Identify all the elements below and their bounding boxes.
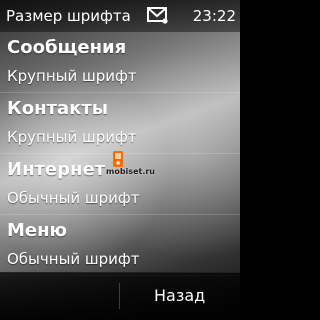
screen-title: Размер шрифта [6, 7, 131, 25]
softkey-divider [119, 283, 120, 309]
setting-title-menu: Меню [7, 220, 68, 241]
setting-value-contacts: Крупный шрифт [7, 128, 137, 146]
softkey-bar: Назад [0, 272, 240, 320]
setting-title-contacts: Контакты [7, 98, 109, 119]
phone-screen: Размер шрифта 23:22 Сообщения Крупный шр… [0, 0, 240, 320]
clock: 23:22 [192, 7, 236, 25]
setting-value-menu: Обычный шрифт [7, 250, 140, 268]
setting-contacts[interactable]: Контакты Крупный шрифт [0, 93, 240, 154]
back-button[interactable]: Назад [154, 284, 205, 308]
setting-value-messages: Крупный шрифт [7, 67, 137, 85]
status-bar: Размер шрифта 23:22 [0, 0, 240, 32]
setting-title-internet: Интернет [7, 159, 106, 180]
setting-messages[interactable]: Сообщения Крупный шрифт [0, 32, 240, 93]
orange-device-logo-icon [113, 151, 123, 167]
setting-menu[interactable]: Меню Обычный шрифт [0, 215, 240, 276]
mobiset-watermark: mobiset.ru [106, 150, 170, 180]
watermark-text: mobiset.ru [106, 167, 155, 176]
envelope-icon [147, 7, 168, 24]
setting-title-messages: Сообщения [7, 37, 127, 58]
setting-value-internet: Обычный шрифт [7, 189, 140, 207]
